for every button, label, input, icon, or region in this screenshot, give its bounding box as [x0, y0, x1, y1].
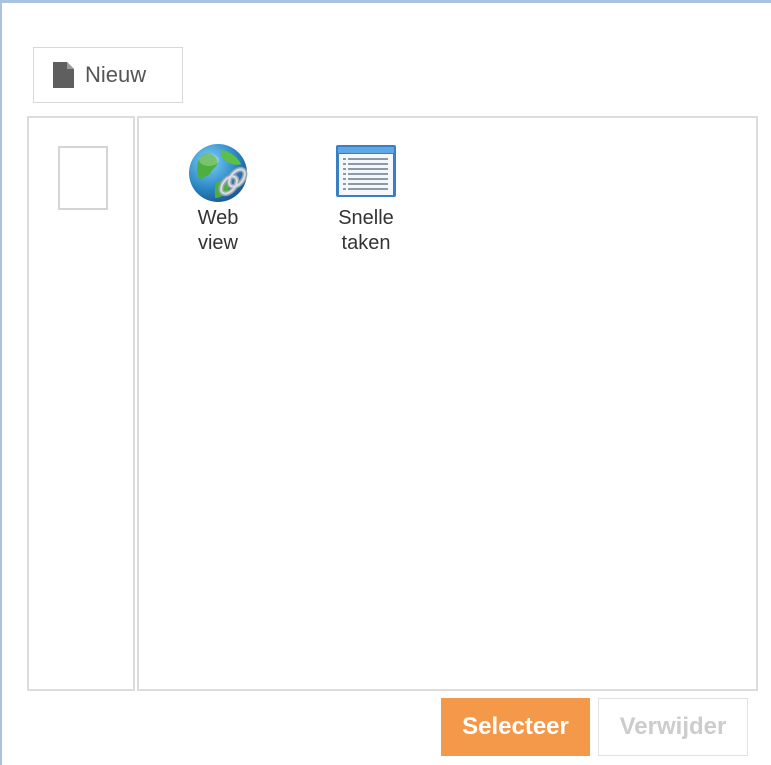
tile-label-web-view: Web view: [197, 207, 239, 254]
item-grid: Web view Snelle taken: [137, 116, 758, 691]
document-icon: [53, 62, 74, 88]
dialog-window: Nieuw Web view Snelle taken Selecteer Ve…: [0, 0, 771, 765]
select-all-checkbox[interactable]: [58, 146, 108, 210]
tile-quick-tasks[interactable]: Snelle taken: [321, 142, 411, 256]
new-button[interactable]: Nieuw: [33, 47, 183, 103]
tile-label-quick-tasks: Snelle taken: [338, 207, 394, 254]
select-button[interactable]: Selecteer: [441, 698, 590, 756]
globe-link-icon: [189, 144, 248, 202]
delete-button[interactable]: Verwijder: [598, 698, 748, 756]
new-button-label: Nieuw: [85, 62, 147, 87]
tile-web-view[interactable]: Web view: [173, 142, 263, 256]
selection-pane: [27, 116, 135, 691]
list-window-icon: [336, 145, 396, 197]
